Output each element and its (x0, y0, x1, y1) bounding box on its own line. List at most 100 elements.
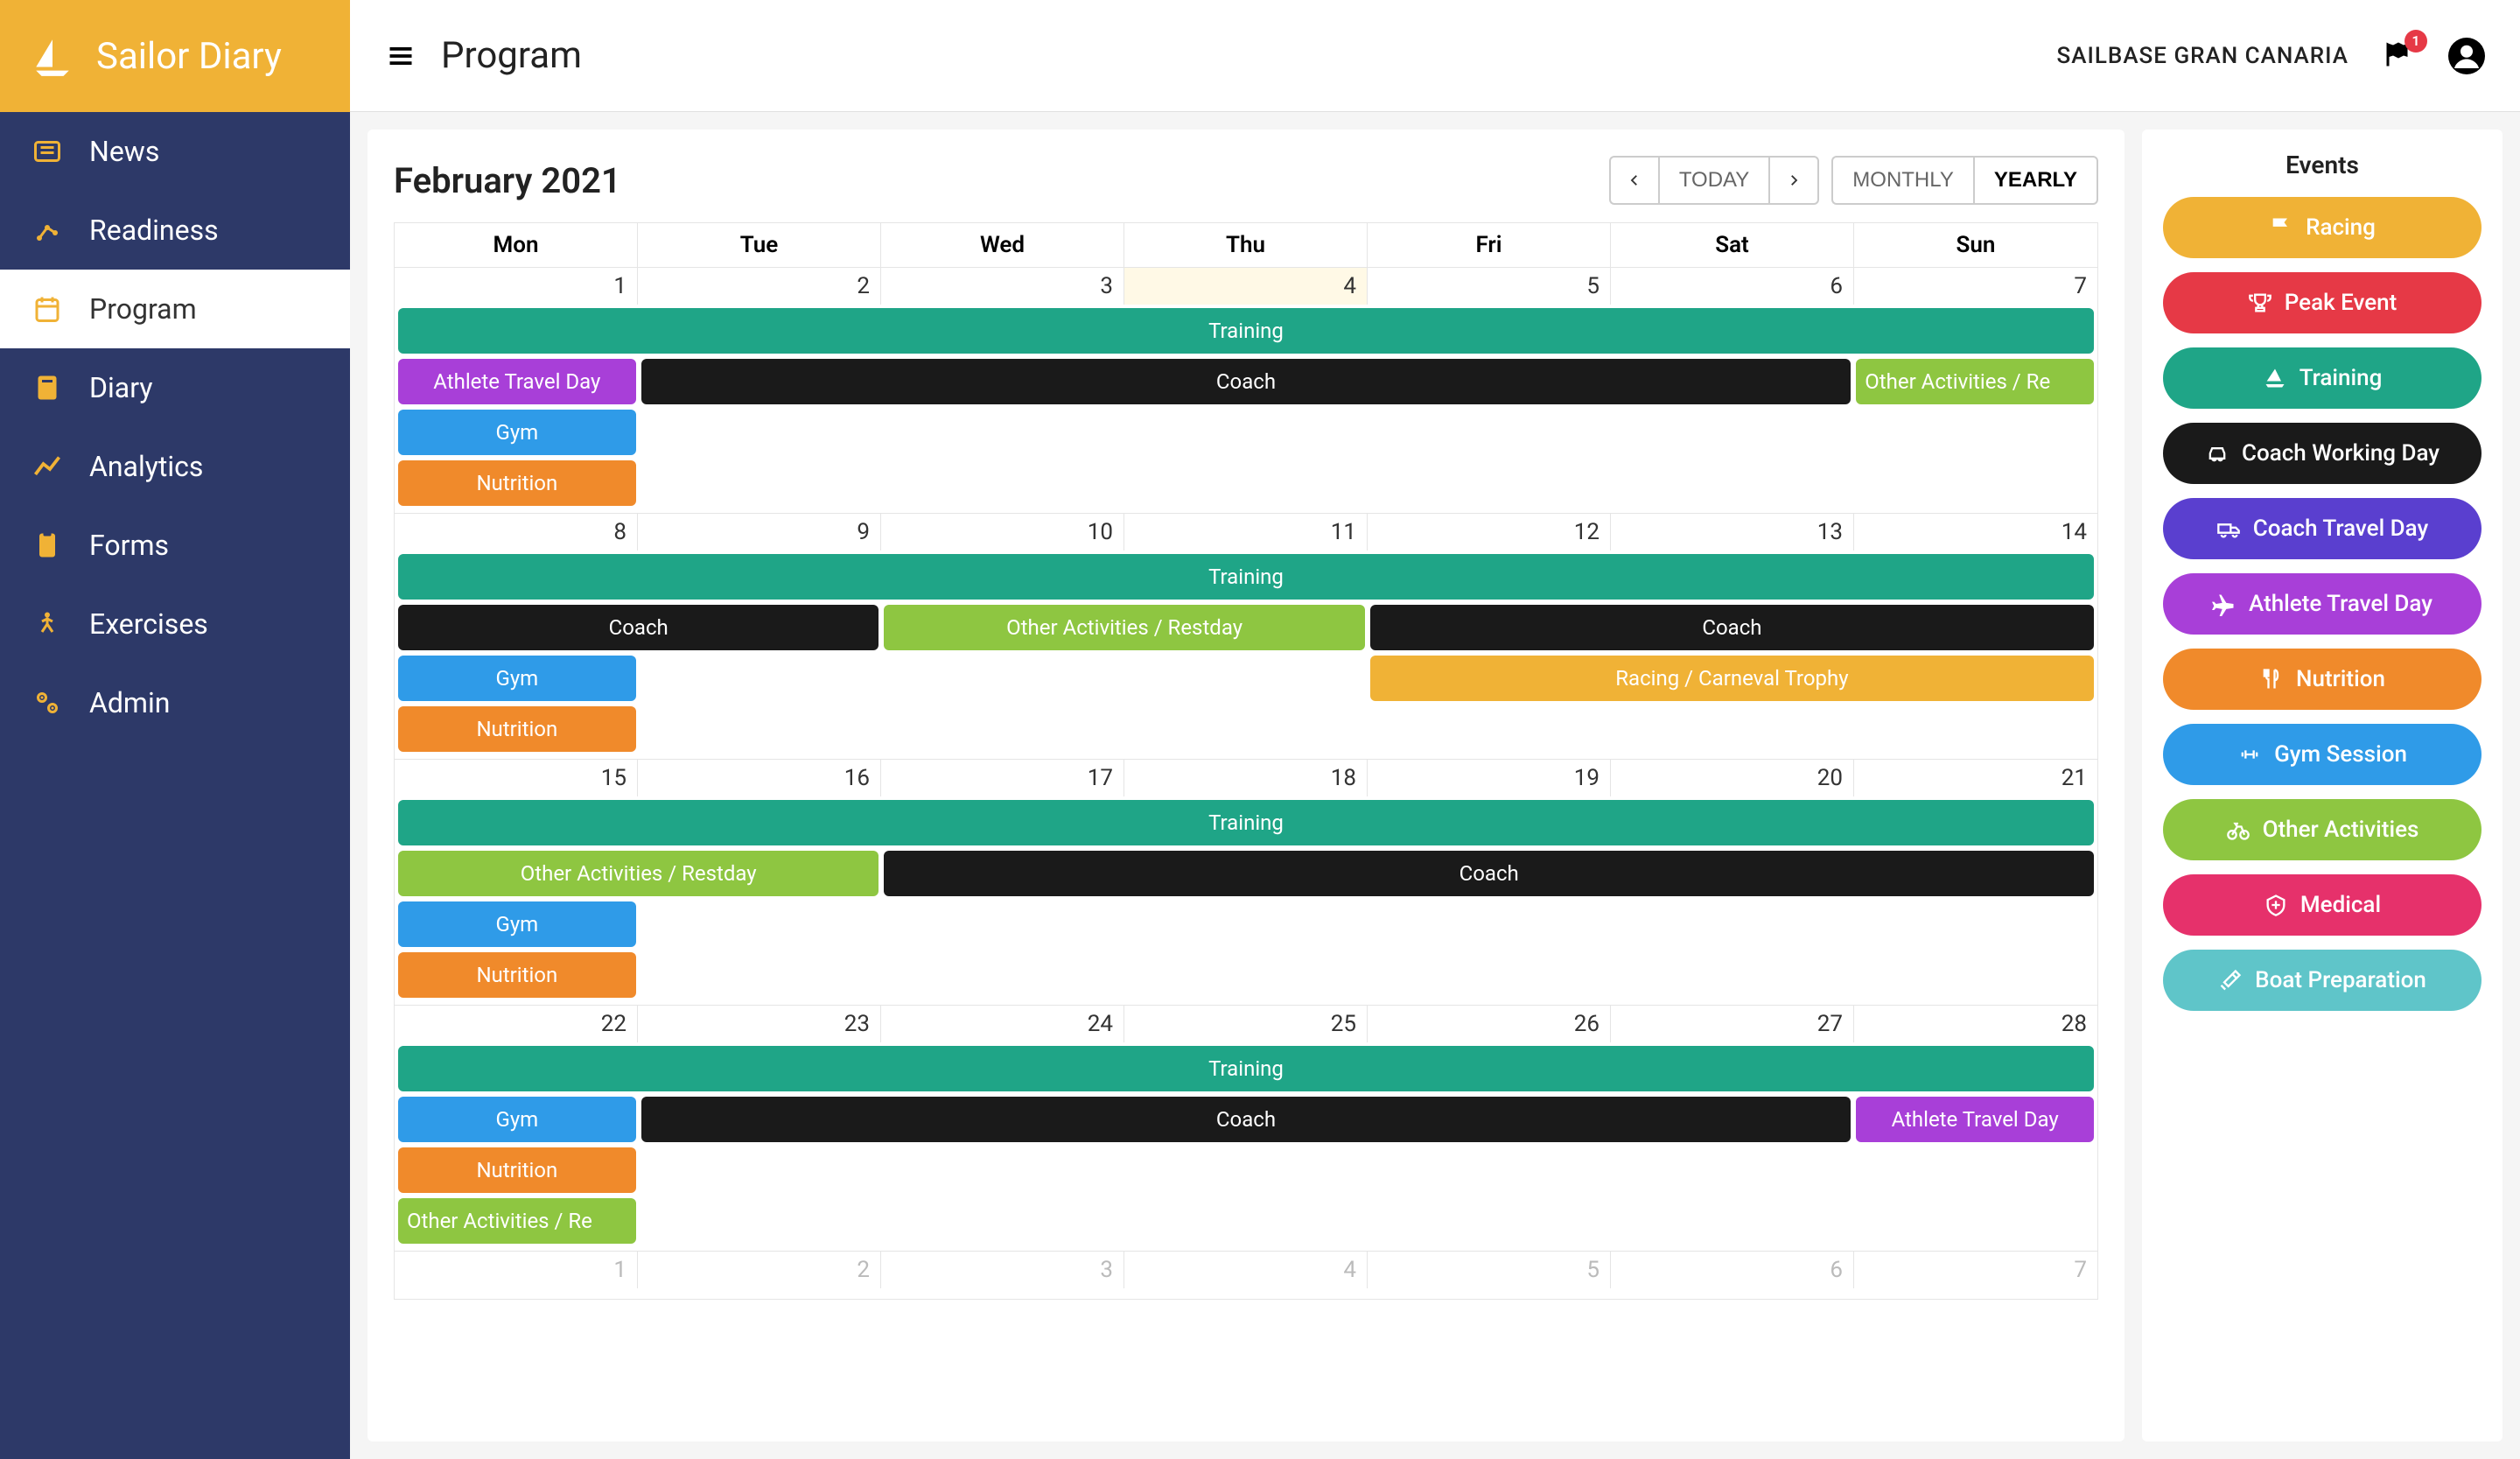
calendar-grid: MonTueWedThuFriSatSun1234567TrainingAthl… (394, 222, 2098, 1300)
calendar-event[interactable]: Athlete Travel Day (398, 359, 636, 404)
day-cell[interactable]: 27 (1611, 1006, 1854, 1042)
day-cell[interactable]: 11 (1124, 514, 1368, 551)
notifications-button[interactable]: 1 (2380, 39, 2417, 74)
sidebar-item-readiness[interactable]: Readiness (0, 191, 350, 270)
day-header: Wed (881, 223, 1124, 268)
day-cell[interactable]: 13 (1611, 514, 1854, 551)
calendar-event[interactable]: Athlete Travel Day (1856, 1097, 2094, 1142)
day-cell[interactable]: 1 (395, 1252, 638, 1288)
event-pill-training[interactable]: Training (2163, 347, 2482, 409)
day-cell[interactable]: 9 (638, 514, 881, 551)
day-cell[interactable]: 4 (1124, 268, 1368, 305)
chevron-right-icon (1786, 172, 1802, 188)
event-pill-racing[interactable]: Racing (2163, 197, 2482, 258)
day-cell[interactable]: 17 (881, 760, 1124, 796)
day-cell[interactable]: 24 (881, 1006, 1124, 1042)
calendar-panel: February 2021 TODAY MONTHLY YEARLY Mo (368, 130, 2124, 1441)
calendar-event[interactable]: Gym (398, 1097, 636, 1142)
event-pill-other-activities[interactable]: Other Activities (2163, 799, 2482, 860)
day-cell[interactable]: 23 (638, 1006, 881, 1042)
day-cell[interactable]: 7 (1854, 268, 2097, 305)
event-pill-athlete-travel-day[interactable]: Athlete Travel Day (2163, 573, 2482, 635)
day-cell[interactable]: 26 (1368, 1006, 1611, 1042)
sidebar: Sailor Diary NewsReadinessProgram Diary An… (0, 0, 350, 1459)
day-cell[interactable]: 20 (1611, 760, 1854, 796)
day-cell[interactable]: 7 (1854, 1252, 2097, 1288)
calendar-event[interactable]: Training (398, 554, 2094, 600)
calendar-event[interactable]: Other Activities / Restday (398, 851, 878, 896)
calendar-event[interactable]: Training (398, 1046, 2094, 1091)
exercises-icon (32, 608, 63, 640)
calendar-event[interactable]: Coach (398, 605, 878, 650)
monthly-button[interactable]: MONTHLY (1831, 156, 1973, 205)
prev-button[interactable] (1609, 156, 1658, 205)
calendar-event[interactable]: Nutrition (398, 1147, 636, 1193)
day-cell[interactable]: 21 (1854, 760, 2097, 796)
day-cell[interactable]: 19 (1368, 760, 1611, 796)
today-button[interactable]: TODAY (1658, 156, 1768, 205)
dumbbell-icon (2237, 742, 2262, 767)
calendar-event[interactable]: Other Activities / Re (1856, 359, 2094, 404)
calendar-event[interactable]: Racing / Carneval Trophy (1370, 656, 2094, 701)
day-cell[interactable]: 4 (1124, 1252, 1368, 1288)
day-cell[interactable]: 14 (1854, 514, 2097, 551)
calendar-event[interactable]: Training (398, 308, 2094, 354)
sidebar-item-analytics[interactable]: Analytics (0, 427, 350, 506)
yearly-button[interactable]: YEARLY (1973, 156, 2098, 205)
calendar-event[interactable]: Coach (884, 851, 2094, 896)
event-pill-medical[interactable]: Medical (2163, 874, 2482, 936)
event-pill-peak-event[interactable]: Peak Event (2163, 272, 2482, 333)
day-cell[interactable]: 3 (881, 1252, 1124, 1288)
sidebar-item-label: Diary (89, 371, 152, 404)
trophy-icon (2248, 291, 2272, 315)
calendar-event[interactable]: Gym (398, 656, 636, 701)
calendar-event[interactable]: Coach (641, 359, 1852, 404)
user-icon[interactable] (2448, 38, 2485, 74)
day-cell[interactable]: 18 (1124, 760, 1368, 796)
day-cell[interactable]: 5 (1368, 1252, 1611, 1288)
sidebar-item-diary[interactable]: Diary (0, 348, 350, 427)
day-cell[interactable]: 2 (638, 1252, 881, 1288)
news-icon (32, 136, 63, 167)
calendar-event[interactable]: Training (398, 800, 2094, 845)
day-cell[interactable]: 28 (1854, 1006, 2097, 1042)
sidebar-item-forms[interactable]: Forms (0, 506, 350, 585)
sidebar-item-news[interactable]: News (0, 112, 350, 191)
sidebar-item-exercises[interactable]: Exercises (0, 585, 350, 663)
event-pill-nutrition[interactable]: Nutrition (2163, 649, 2482, 710)
day-cell[interactable]: 8 (395, 514, 638, 551)
day-cell[interactable]: 3 (881, 268, 1124, 305)
menu-icon[interactable] (385, 43, 416, 69)
event-pill-coach-travel-day[interactable]: Coach Travel Day (2163, 498, 2482, 559)
event-pill-gym-session[interactable]: Gym Session (2163, 724, 2482, 785)
day-cell[interactable]: 2 (638, 268, 881, 305)
day-cell[interactable]: 6 (1611, 1252, 1854, 1288)
day-header: Sat (1611, 223, 1854, 268)
sidebar-item-program[interactable]: Program (0, 270, 350, 348)
calendar-event[interactable]: Nutrition (398, 952, 636, 998)
calendar-event[interactable]: Coach (641, 1097, 1852, 1142)
event-pill-coach-working-day[interactable]: Coach Working Day (2163, 423, 2482, 484)
sidebar-item-admin[interactable]: Admin (0, 663, 350, 742)
brand[interactable]: Sailor Diary (0, 0, 350, 112)
day-cell[interactable]: 16 (638, 760, 881, 796)
day-cell[interactable]: 22 (395, 1006, 638, 1042)
page-title: Program (441, 34, 582, 77)
notification-badge: 1 (2404, 30, 2427, 53)
day-cell[interactable]: 12 (1368, 514, 1611, 551)
day-cell[interactable]: 10 (881, 514, 1124, 551)
day-cell[interactable]: 6 (1611, 268, 1854, 305)
calendar-event[interactable]: Coach (1370, 605, 2094, 650)
next-button[interactable] (1768, 156, 1819, 205)
day-cell[interactable]: 25 (1124, 1006, 1368, 1042)
day-cell[interactable]: 5 (1368, 268, 1611, 305)
calendar-event[interactable]: Other Activities / Re (398, 1198, 636, 1244)
day-cell[interactable]: 15 (395, 760, 638, 796)
calendar-event[interactable]: Nutrition (398, 460, 636, 506)
calendar-event[interactable]: Nutrition (398, 706, 636, 752)
calendar-event[interactable]: Gym (398, 410, 636, 455)
event-pill-boat-preparation[interactable]: Boat Preparation (2163, 950, 2482, 1011)
day-cell[interactable]: 1 (395, 268, 638, 305)
calendar-event[interactable]: Gym (398, 901, 636, 947)
calendar-event[interactable]: Other Activities / Restday (884, 605, 1364, 650)
